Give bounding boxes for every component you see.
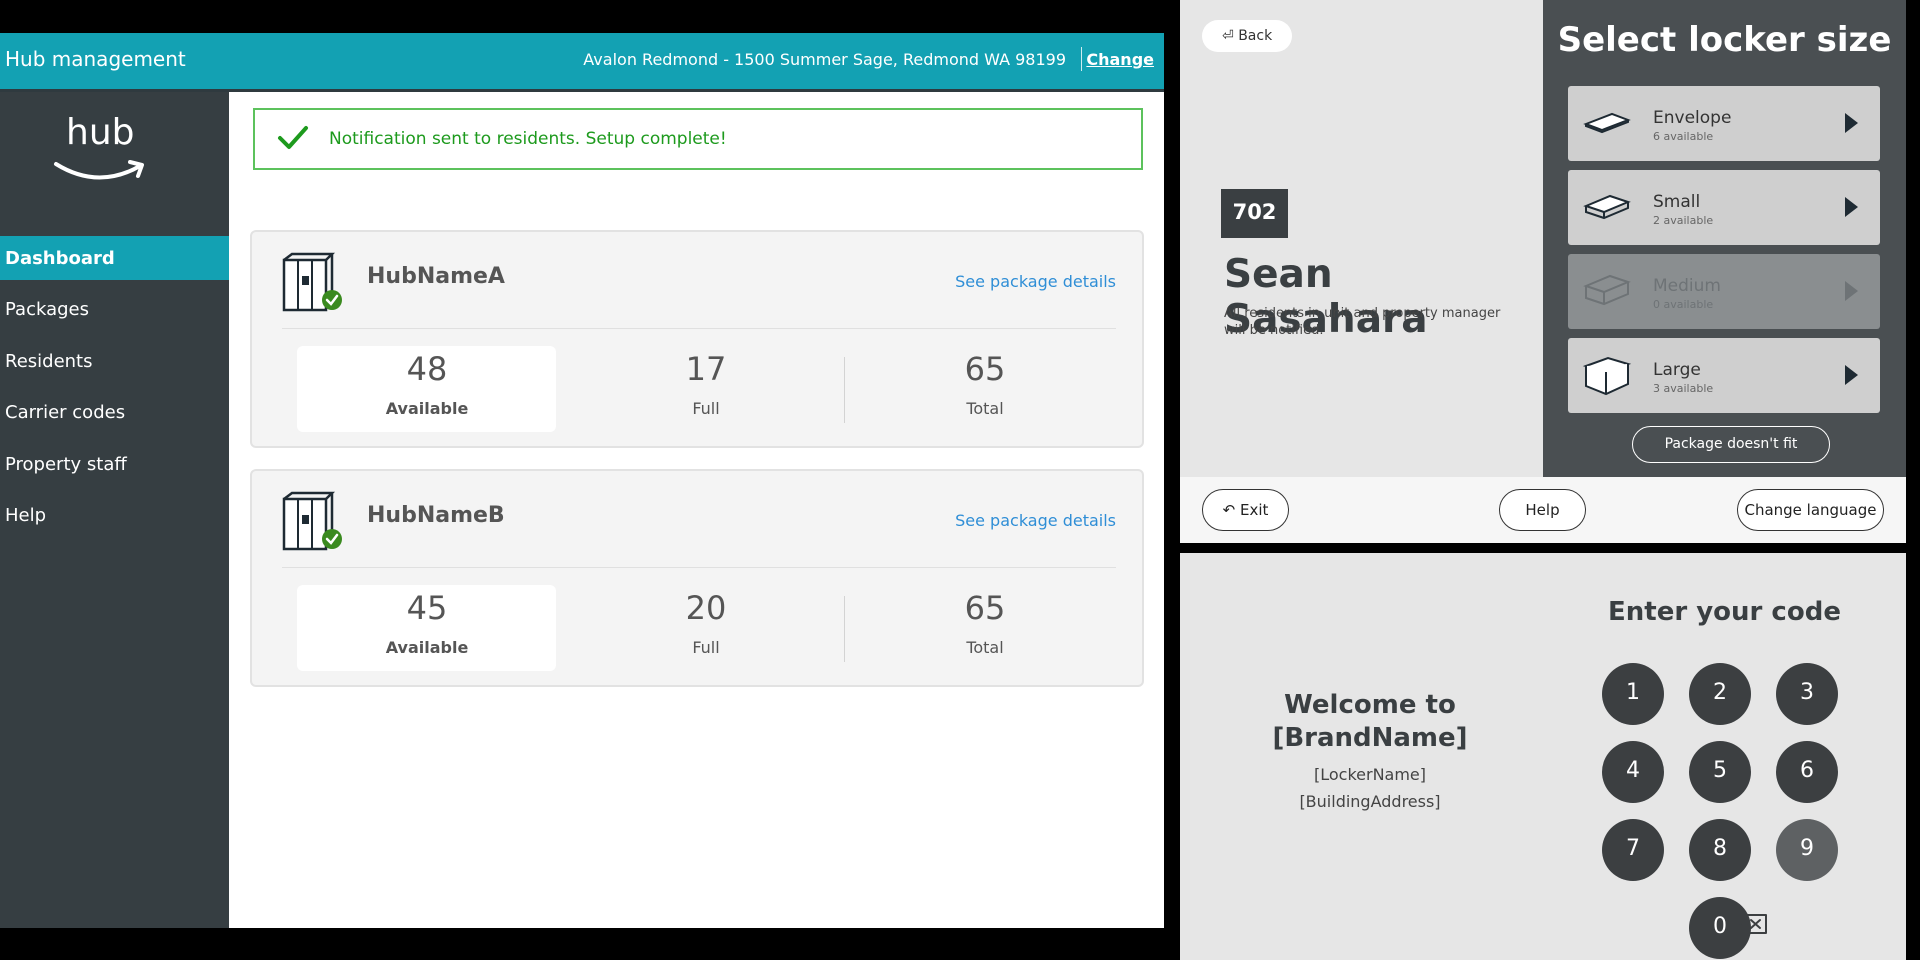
building-address: [BuildingAddress] [1299, 792, 1441, 811]
size-name: Medium [1653, 276, 1721, 296]
locker-hub-icon [282, 252, 342, 312]
header-separator [1081, 47, 1082, 71]
hub-logo: hub [50, 112, 150, 182]
size-availability: 6 available [1653, 130, 1714, 143]
see-package-details-link[interactable]: See package details [955, 272, 1116, 291]
keypad-key-3[interactable]: 3 [1776, 663, 1838, 725]
sidebar-item-help[interactable]: Help [0, 493, 229, 537]
size-option-medium: Medium 0 available [1568, 254, 1880, 329]
keypad-key-5[interactable]: 5 [1689, 741, 1751, 803]
size-availability: 3 available [1653, 382, 1714, 395]
locker-kiosk-screen: ⏎ Back 702 Sean Sasahara All residents i… [1180, 0, 1906, 543]
keypad-key-1[interactable]: 1 [1602, 663, 1664, 725]
backspace-icon[interactable] [1738, 913, 1768, 935]
full-label: Full [692, 399, 720, 418]
kiosk-footer: ↶ Exit Help Change language [1180, 477, 1906, 543]
enter-code-title: Enter your code [1608, 597, 1841, 627]
hub-management-window: Hub management Avalon Redmond - 1500 Sum… [0, 33, 1164, 928]
size-option-envelope[interactable]: Envelope 6 available [1568, 86, 1880, 161]
card-divider [282, 328, 1116, 329]
keypad-key-6[interactable]: 6 [1776, 741, 1838, 803]
total-count: 65 [964, 589, 1006, 627]
locker-hub-icon [282, 491, 342, 551]
app-title: Hub management [5, 47, 186, 71]
help-button[interactable]: Help [1499, 489, 1586, 531]
full-label: Full [692, 638, 720, 657]
change-property-link[interactable]: Change [1086, 50, 1154, 69]
sidebar-item-property-staff[interactable]: Property staff [0, 442, 229, 486]
available-count: 45 [406, 589, 448, 627]
checkmark-icon [278, 126, 308, 149]
size-option-small[interactable]: Small 2 available [1568, 170, 1880, 245]
full-count: 20 [685, 589, 727, 627]
welcome-heading: Welcome to [BrandName] [1272, 690, 1468, 753]
size-option-large[interactable]: Large 3 available [1568, 338, 1880, 413]
size-name: Envelope [1653, 108, 1732, 128]
undo-arrow-icon: ↶ [1222, 501, 1236, 519]
medium-box-icon [1583, 274, 1631, 306]
dashboard-main: Notification sent to residents. Setup co… [229, 92, 1164, 928]
exit-label: Exit [1239, 501, 1269, 519]
sidebar: hub Dashboard Packages Residents Carrier… [0, 92, 229, 928]
chevron-right-icon [1845, 197, 1858, 217]
keypad-key-8[interactable]: 8 [1689, 819, 1751, 881]
smile-arrow-icon [54, 160, 144, 180]
hub-card: HubNameA See package details 48 Availabl… [250, 230, 1144, 448]
keypad-key-4[interactable]: 4 [1602, 741, 1664, 803]
keypad-key-2[interactable]: 2 [1689, 663, 1751, 725]
back-arrow-icon: ⏎ [1222, 28, 1239, 44]
hub-logo-text: hub [66, 112, 135, 153]
envelope-icon [1583, 112, 1631, 134]
back-label: Back [1238, 28, 1273, 44]
chevron-right-icon [1845, 113, 1858, 133]
property-address: Avalon Redmond - 1500 Summer Sage, Redmo… [583, 50, 1066, 69]
sidebar-item-residents[interactable]: Residents [0, 339, 229, 383]
card-divider [282, 567, 1116, 568]
stat-separator [844, 596, 845, 662]
locker-size-panel: Select locker size Envelope 6 available … [1543, 0, 1906, 477]
see-package-details-link[interactable]: See package details [955, 511, 1116, 530]
sidebar-item-carrier-codes[interactable]: Carrier codes [0, 390, 229, 434]
small-box-icon [1583, 194, 1631, 220]
hub-name: HubNameB [367, 503, 505, 528]
sidebar-item-dashboard[interactable]: Dashboard [0, 236, 229, 280]
available-count: 48 [406, 350, 448, 388]
size-availability: 2 available [1653, 214, 1714, 227]
keypad-key-7[interactable]: 7 [1602, 819, 1664, 881]
back-button[interactable]: ⏎ Back [1202, 20, 1292, 52]
hub-name: HubNameA [367, 264, 505, 289]
unit-number-badge: 702 [1221, 189, 1288, 238]
available-label: Available [385, 638, 469, 657]
exit-button[interactable]: ↶ Exit [1202, 489, 1289, 531]
available-label: Available [385, 399, 469, 418]
size-availability: 0 available [1653, 298, 1714, 311]
locker-name: [LockerName] [1313, 765, 1427, 784]
sidebar-item-packages[interactable]: Packages [0, 287, 229, 331]
notify-text: All residents in unit and property manag… [1224, 306, 1501, 338]
total-label: Total [966, 638, 1004, 657]
select-size-title: Select locker size [1557, 20, 1892, 60]
large-box-icon [1582, 356, 1632, 396]
size-name: Small [1653, 192, 1701, 212]
success-notification: Notification sent to residents. Setup co… [253, 108, 1143, 170]
keypad-key-9[interactable]: 9 [1776, 819, 1838, 881]
hub-header: Hub management Avalon Redmond - 1500 Sum… [0, 33, 1164, 89]
stat-separator [844, 357, 845, 423]
code-entry-screen: Welcome to [BrandName] [LockerName] [Bui… [1180, 553, 1906, 960]
notification-message: Notification sent to residents. Setup co… [329, 129, 727, 149]
hub-card: HubNameB See package details 45 Availabl… [250, 469, 1144, 687]
resident-panel: ⏎ Back 702 Sean Sasahara All residents i… [1180, 0, 1543, 477]
total-count: 65 [964, 350, 1006, 388]
chevron-right-icon [1845, 365, 1858, 385]
chevron-right-icon [1845, 281, 1858, 301]
total-label: Total [966, 399, 1004, 418]
size-name: Large [1653, 360, 1701, 380]
package-doesnt-fit-button[interactable]: Package doesn't fit [1632, 426, 1830, 463]
change-language-button[interactable]: Change language [1737, 489, 1884, 531]
full-count: 17 [685, 350, 727, 388]
